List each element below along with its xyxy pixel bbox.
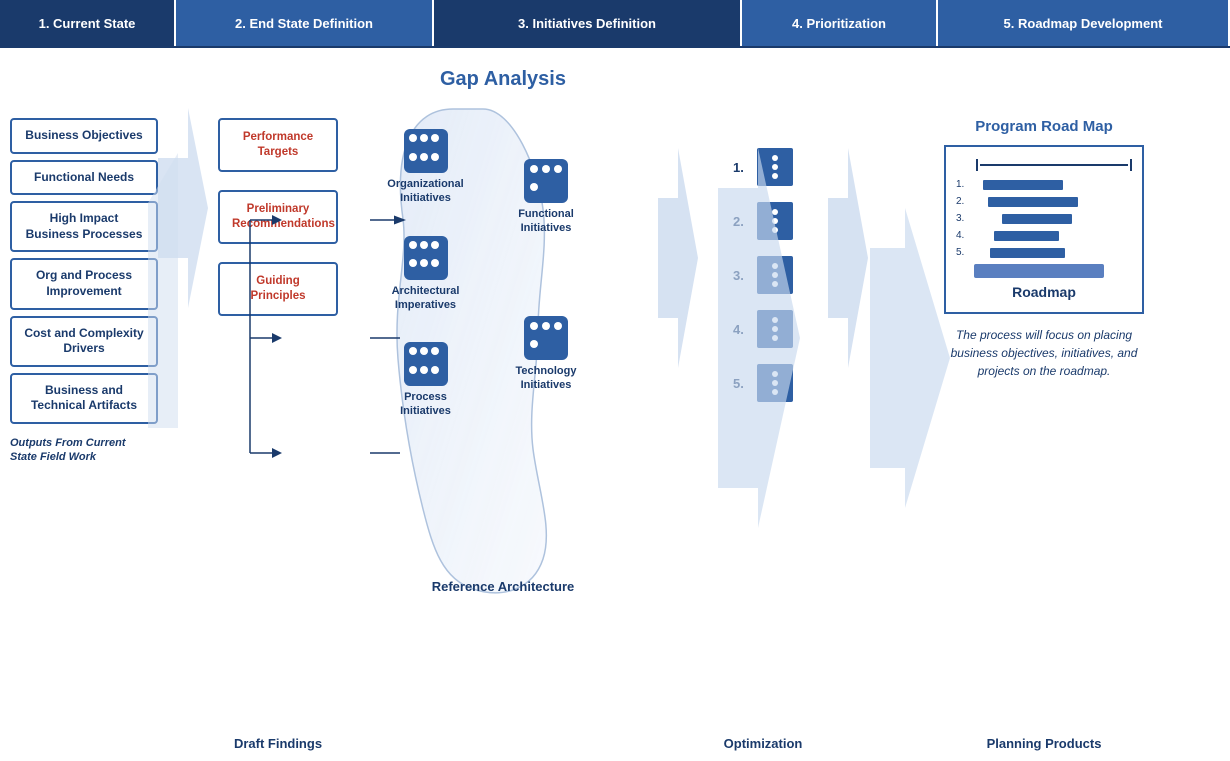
functional-initiatives-icon [524, 159, 568, 203]
left-connector-svg [158, 108, 208, 508]
rm-row-2: 2. [956, 196, 1132, 207]
draft-label: Draft Findings [234, 736, 322, 751]
top-navigation: 1. Current State 2. End State Definition… [0, 0, 1230, 48]
org-initiatives-item: OrganizationalInitiatives [378, 129, 473, 206]
right-initiatives: FunctionalInitiatives TechnologyInitiati… [501, 159, 591, 392]
opt-item-3: 3. [733, 256, 793, 294]
box-org-process: Org and Process Improvement [10, 258, 158, 309]
rm-row-5: 5. [956, 247, 1132, 258]
technology-initiatives-label: TechnologyInitiatives [516, 364, 577, 393]
gap-analysis-column: Gap Analysis [348, 58, 658, 761]
mid-arrow-area [658, 58, 698, 761]
technology-initiatives-item: TechnologyInitiatives [501, 316, 591, 393]
opt-block-3 [757, 256, 793, 294]
opt-item-4: 4. [733, 310, 793, 348]
tab-roadmap[interactable]: 5. Roadmap Development [938, 0, 1230, 46]
left-initiatives: OrganizationalInitiatives ArchitecturalI… [378, 129, 473, 419]
functional-initiatives-item: FunctionalInitiatives [501, 159, 591, 236]
rm-timeline-row [956, 159, 1132, 171]
box-functional-needs: Functional Needs [10, 160, 158, 196]
plan-label: Planning Products [987, 736, 1102, 751]
box-high-impact: High Impact Business Processes [10, 201, 158, 252]
box-guiding-principles: Guiding Principles [218, 262, 338, 316]
opt-label: Optimization [724, 736, 803, 751]
box-preliminary-recommendations: Preliminary Recommendations [218, 190, 338, 244]
opt-block-2 [757, 202, 793, 240]
box-performance-targets: Performance Targets [218, 118, 338, 172]
org-initiatives-icon [404, 129, 448, 173]
opt-item-1: 1. [733, 148, 793, 186]
rm-row-3: 3. [956, 213, 1132, 224]
opt-item-5: 5. [733, 364, 793, 402]
main-content: Business Objectives Functional Needs Hig… [0, 48, 1230, 761]
left-bottom-label: Outputs From CurrentState Field Work [10, 436, 158, 465]
process-initiatives-icon [404, 342, 448, 386]
planning-products-column: Program Road Map 1. 2. 3. [868, 58, 1220, 761]
draft-findings-column: Performance Targets Preliminary Recommen… [208, 58, 348, 761]
tab-end-state[interactable]: 2. End State Definition [176, 0, 434, 46]
optimization-column: 1. 2. 3. 4. [698, 58, 828, 761]
technology-initiatives-icon [524, 316, 568, 360]
rm-row-4: 4. [956, 230, 1132, 241]
program-roadmap-title: Program Road Map [975, 118, 1113, 135]
box-business-objectives: Business Objectives [10, 118, 158, 154]
arch-imperatives-label: ArchitecturalImperatives [392, 284, 460, 313]
opt-block-5 [757, 364, 793, 402]
arch-imperatives-item: ArchitecturalImperatives [378, 236, 473, 313]
ref-arch-label: Reference Architecture [432, 579, 575, 594]
rm-row-1: 1. [956, 179, 1132, 190]
process-initiatives-label: ProcessInitiatives [400, 390, 451, 419]
opt-items-list: 1. 2. 3. 4. [733, 148, 793, 402]
opt-block-1 [757, 148, 793, 186]
blob-area: OrganizationalInitiatives ArchitecturalI… [353, 99, 653, 599]
mid-connector-svg [658, 138, 698, 638]
box-cost-complexity: Cost and Complexity Drivers [10, 316, 158, 367]
plan-description: The process will focus on placing busine… [944, 326, 1144, 380]
left-inputs-column: Business Objectives Functional Needs Hig… [10, 58, 158, 761]
tab-initiatives[interactable]: 3. Initiatives Definition [434, 0, 742, 46]
opt-block-4 [757, 310, 793, 348]
roadmap-label: Roadmap [956, 284, 1132, 300]
box-business-technical: Business and Technical Artifacts [10, 373, 158, 424]
left-arrow-area [158, 58, 208, 761]
functional-initiatives-label: FunctionalInitiatives [518, 207, 574, 236]
right-connector-svg [828, 138, 868, 638]
org-initiatives-label: OrganizationalInitiatives [387, 177, 463, 206]
rm-big-bar-row [956, 264, 1132, 278]
arch-imperatives-icon [404, 236, 448, 280]
right-arrow-area [828, 58, 868, 761]
tab-current-state[interactable]: 1. Current State [0, 0, 176, 46]
opt-item-2: 2. [733, 202, 793, 240]
roadmap-box: 1. 2. 3. 4. 5. [944, 145, 1144, 314]
process-initiatives-item: ProcessInitiatives [378, 342, 473, 419]
tab-prioritization[interactable]: 4. Prioritization [742, 0, 938, 46]
gap-title: Gap Analysis [440, 68, 566, 91]
